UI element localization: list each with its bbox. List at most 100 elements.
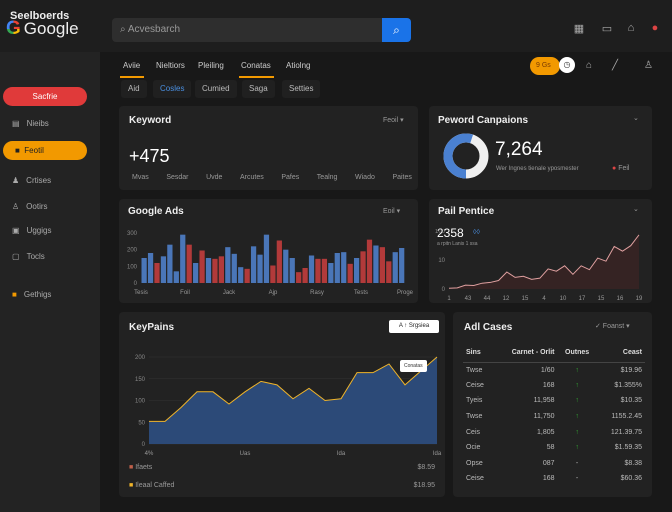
sidebar-item-label: Crtises [26,176,52,185]
window-icon[interactable]: ▭ [600,22,614,36]
table-row[interactable]: Ocie 58 ↑ $1.59.35 [463,440,645,456]
subtab-aid[interactable]: Aid [121,80,147,98]
column-header[interactable]: Ceast [596,344,645,363]
x-tick-label: Tesis [134,290,148,296]
table-row[interactable]: Twse 11,750 ↑ 1155.2.45 [463,409,645,425]
filter-label: Feoil [383,117,399,124]
legend-row: ■ Ifaets $8.59 [129,464,435,471]
y-tick-label: 0 [134,281,138,287]
table-cell: Twse [466,366,483,374]
sidebar-item-uggigs[interactable]: ▣ Uggigs [12,226,51,235]
keyword-label: Wiado [355,174,375,181]
table-row[interactable]: Tyeis 11,958 ↑ $10.35 [463,393,645,409]
bar [218,256,225,283]
bar [160,256,167,283]
subtab-cosles[interactable]: Cosles [153,80,192,98]
table-row[interactable]: Ceis 1,805 ↑ 121.39.75 [463,424,645,440]
y-tick-label: 100 [127,264,138,270]
tab-aviie[interactable]: Aviie [123,61,140,70]
bar [373,245,379,283]
sidebar-item-tocls[interactable]: ▢ Tocls [12,252,45,261]
bar [212,258,218,283]
bookmark-icon[interactable]: ⌂ [586,60,592,71]
tab-conatas[interactable]: Conatas [241,61,271,70]
chevron-down-icon: ▾ [396,208,401,215]
search-button[interactable]: ⌕ [382,18,411,42]
legend-label: Ileaal Caffed [135,482,175,489]
tab-nieltiors[interactable]: Nieltiors [156,61,185,70]
table-cell: 168 [542,381,555,389]
table-row[interactable]: Ceise 168 - $60.36 [463,471,645,487]
google-ads-bar-chart: 0 100 200 300 Tesis Foil Jack Ajp Rasy Tests Proge [127,231,414,296]
logo-text: Google [23,19,79,38]
y-tick-label: 50 [138,420,145,426]
sidebar-title: Seelboerds [10,10,70,22]
column-header[interactable]: Carnet - Orlit [494,344,558,363]
cases-filter-dropdown[interactable]: ✓ Foanst ▾ [595,322,630,330]
table-cell: ↑ [575,397,579,405]
keypains-card: KeyPains A ↑ Srgsiea 0 50 100 150 200 4% Uas Id… [119,312,445,497]
sidebar-item-feotil[interactable]: ■ Feotil [3,141,87,160]
subtab-setties[interactable]: Setties [282,80,321,98]
campaigns-caption: Wer Ingnes tienale yposmester [496,166,579,172]
table-cell: 58 [546,444,555,452]
column-header[interactable]: Outnes [557,344,597,363]
clock-icon[interactable]: ◷ [559,57,575,73]
chevron-down-icon: ▾ [400,117,404,124]
keypains-area-chart: 0 50 100 150 200 4% Uas Ida Ida [135,355,442,457]
x-tick-label: Jack [223,290,236,296]
x-tick-label: 1 [447,296,451,302]
bar [250,246,257,283]
subtab-saga[interactable]: Saga [242,80,275,98]
y-tick-label: 200 [135,355,146,361]
segments-button[interactable]: A ↑ Srgsiea [389,320,439,333]
tab-atiolng[interactable]: Atiolng [286,61,310,70]
chevron-down-icon[interactable]: ⌄ [633,205,639,213]
sidebar-item-label: Uggigs [26,226,52,235]
account-icon[interactable]: ♙ [644,60,653,71]
bar [180,234,186,283]
legend-label: Ifaets [135,464,153,471]
card-title: Keyword [129,115,172,126]
column-header[interactable]: Sins [463,344,495,363]
edit-icon[interactable]: ╱ [612,60,618,71]
avatar-notification-icon[interactable]: ● [648,22,662,36]
table-cell: ↑ [575,413,579,421]
keyword-filter-dropdown[interactable]: Feoil ▾ [383,116,404,124]
legend-swatch-icon: ■ [129,482,134,489]
person-icon: ♟ [12,176,20,185]
google-ads-card: Google Ads Eoil ▾ 0 100 200 300 Tesis Foil Jac… [119,199,418,303]
x-tick-label: 15 [598,296,605,302]
filter-label: ✓ Foanst [595,323,625,330]
sidebar-item-sacfrie[interactable]: Sacfrie [3,87,87,106]
sidebar-item-ootirs[interactable]: ♙ Ootirs [12,202,48,211]
x-tick-label: 4% [145,451,154,457]
keyword-card: Keyword Feoil ▾ +475 Mvas Sesdar Uvde Arcut… [119,106,418,190]
tab-pleiling[interactable]: Pleiling [198,61,224,70]
table-row[interactable]: Ceise 168 ↑ $1.355% [463,378,645,394]
x-tick-label: 44 [484,296,491,302]
bar [238,267,244,283]
card-title: Peword Canpaions [438,115,529,126]
store-icon[interactable]: ⌂ [624,22,638,36]
user-icon: ♙ [12,202,20,211]
x-tick-label: 17 [579,296,586,302]
subtab-cumied[interactable]: Cumied [195,80,237,98]
legend-value: $18.95 [413,482,435,489]
sidebar-item-gethigs[interactable]: ■ Gethigs [12,290,51,299]
bar [353,258,360,283]
table-row[interactable]: Opse 087 - $8.38 [463,456,645,472]
table-row[interactable]: Twse 1/60 ↑ $19.96 [463,362,645,378]
apps-icon[interactable]: ▦ [572,22,586,36]
ads-filter-dropdown[interactable]: Eoil ▾ [383,207,400,215]
sidebar-item-crtises[interactable]: ♟ Crtises [12,176,51,185]
table-cell: Twse [466,413,483,421]
table-cell: $1.59.35 [614,444,642,452]
sidebar-item-nieibs[interactable]: ▤ Nieibs [12,119,49,128]
bag-icon: ■ [15,146,20,155]
chevron-down-icon[interactable]: ⌄ [633,114,639,122]
search-input[interactable]: ⌕ Acvesbarch [112,18,382,42]
y-tick-label: 100 [135,399,146,405]
bar [328,263,334,283]
status-badge[interactable]: 9 Gs [530,57,560,75]
